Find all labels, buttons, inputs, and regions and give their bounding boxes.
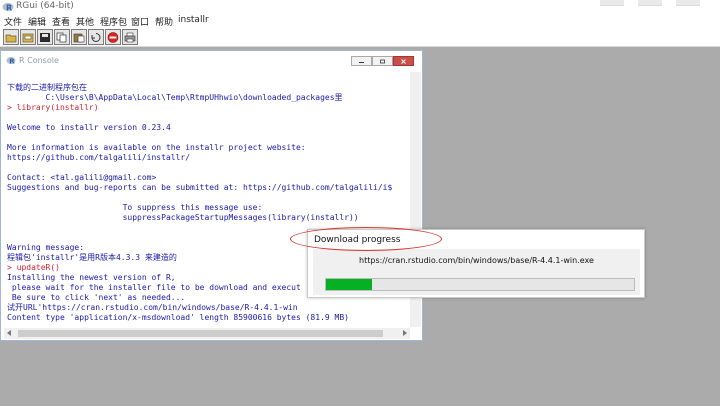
console-output-line: Warning message:: [7, 243, 85, 252]
minimize-window-button[interactable]: [600, 0, 624, 6]
menu-windows[interactable]: 窗口: [131, 15, 149, 28]
console-output-line: Installing the newest version of R,: [7, 273, 176, 282]
toolbar: [0, 28, 720, 47]
r-console-title: R Console: [19, 56, 59, 65]
annotation-circle: [290, 227, 442, 251]
minimize-icon: [359, 61, 364, 63]
console-output-line: Be sure to click 'next' as needed...: [7, 293, 186, 302]
paste-button[interactable]: [71, 29, 87, 45]
download-progress-bar: [325, 278, 635, 291]
copy-paste-button[interactable]: [88, 29, 104, 45]
restore-icon: [380, 59, 385, 63]
stop-button[interactable]: [105, 29, 121, 45]
menu-edit[interactable]: 编辑: [28, 15, 46, 28]
console-minimize-button[interactable]: [351, 56, 372, 66]
stop-icon: [107, 31, 119, 43]
console-close-button[interactable]: [393, 56, 414, 66]
print-icon: [124, 32, 136, 42]
r-console-titlebar[interactable]: R R Console: [1, 51, 422, 70]
progress-fill: [326, 279, 373, 290]
svg-text:R: R: [6, 4, 12, 13]
horizontal-scroll-thumb[interactable]: [18, 330, 383, 337]
dialog-body: https://cran.rstudio.com/bin/windows/bas…: [313, 249, 640, 295]
console-output-line: Content type 'application/x-msdownload' …: [7, 313, 349, 322]
save-workspace-icon: [40, 32, 50, 42]
console-output-line: Contact: <tal.galili@gmail.com>: [7, 173, 157, 182]
scroll-right-icon[interactable]: [403, 330, 407, 336]
paste-icon: [73, 33, 85, 42]
menu-packages[interactable]: 程序包: [100, 15, 127, 28]
console-output-line: https://github.com/talgalili/installr/: [7, 153, 191, 162]
console-output-line: 程辑包'installr'是用R版本4.3.3 来建造的: [7, 253, 177, 262]
console-output-line: please wait for the installer file to be…: [7, 283, 301, 292]
menu-help[interactable]: 帮助: [155, 15, 173, 28]
console-restore-button[interactable]: [372, 56, 393, 66]
menu-view[interactable]: 查看: [52, 15, 70, 28]
console-output-line: 试开URL'https://cran.rstudio.com/bin/windo…: [7, 303, 298, 312]
scroll-left-icon[interactable]: [7, 330, 11, 336]
copy-paste-icon: [91, 32, 101, 42]
svg-text:R: R: [9, 58, 15, 66]
close-window-button[interactable]: [676, 0, 700, 6]
console-output-line: More information is available on the ins…: [7, 143, 306, 152]
console-output-line: Welcome to installr version 0.23.4: [7, 123, 171, 132]
app-titlebar: R RGui (64-bit): [0, 0, 720, 14]
console-input-line: > library(installr): [7, 103, 99, 112]
console-output-line: Suggestions and bug-reports can be submi…: [7, 183, 393, 192]
open-script-button[interactable]: [3, 29, 19, 45]
menu-misc[interactable]: 其他: [76, 15, 94, 28]
download-url: https://cran.rstudio.com/bin/windows/bas…: [359, 256, 594, 265]
copy-button[interactable]: [54, 29, 70, 45]
copy-icon: [56, 32, 67, 42]
console-output-line: To suppress this message use:: [7, 203, 263, 212]
print-button[interactable]: [122, 29, 138, 45]
open-script-icon: [5, 34, 17, 42]
load-workspace-icon: [22, 33, 34, 42]
save-workspace-button[interactable]: [37, 29, 53, 45]
maximize-window-button[interactable]: [638, 0, 662, 6]
menu-installr[interactable]: installr: [178, 15, 209, 25]
console-output-line: suppressPackageStartupMessages(library(i…: [7, 213, 359, 222]
close-icon: [401, 58, 406, 64]
menu-bar: 文件 编辑 查看 其他 程序包 窗口 帮助 installr: [0, 14, 720, 28]
load-workspace-button[interactable]: [20, 29, 36, 45]
r-logo-icon: R: [2, 3, 14, 13]
r-console-icon: R: [6, 57, 16, 66]
menu-file[interactable]: 文件: [4, 15, 22, 28]
console-input-line: > updateR(): [7, 263, 60, 272]
console-horizontal-scrollbar[interactable]: [4, 328, 410, 339]
console-output-line: 下载的二进制程序包在: [7, 83, 87, 92]
app-title: RGui (64-bit): [16, 1, 74, 11]
console-output-line: C:\Users\B\AppData\Local\Temp\RtmpUHhwio…: [7, 93, 343, 102]
